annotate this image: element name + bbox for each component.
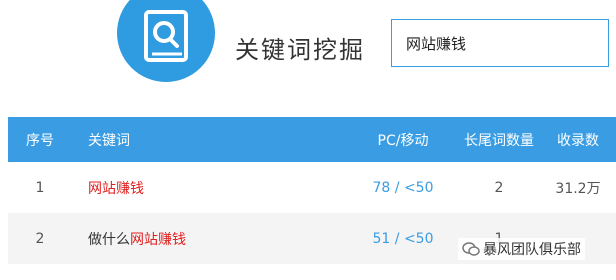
row-index: 1 bbox=[35, 179, 45, 196]
watermark: 暴风团队俱乐部 bbox=[458, 238, 585, 260]
row-pc-mobile: 51 / <50 bbox=[358, 213, 448, 264]
table-row: 1 网站赚钱 78 / <50 2 31.2万 bbox=[8, 162, 616, 213]
row-longtail-count: 2 bbox=[494, 179, 504, 196]
row-keyword[interactable]: 做什么 网站赚钱 bbox=[88, 213, 186, 264]
app-title: 关键词挖掘 bbox=[235, 36, 365, 64]
row-indexed-count: 31.2万 bbox=[555, 180, 601, 197]
keyword-highlight: 网站赚钱 bbox=[88, 180, 144, 197]
pc-value: 78 bbox=[372, 179, 391, 196]
mobile-value: <50 bbox=[403, 230, 434, 247]
search-input[interactable] bbox=[391, 19, 609, 67]
column-header-indexed-count[interactable]: 收录数 bbox=[540, 117, 616, 162]
row-pc-mobile: 78 / <50 bbox=[358, 162, 448, 213]
column-header-pc-mobile[interactable]: PC/移动 bbox=[358, 117, 448, 162]
pc-separator: / bbox=[394, 179, 400, 196]
column-header-keyword[interactable]: 关键词 bbox=[88, 117, 130, 162]
keyword-prefix: 做什么 bbox=[88, 231, 130, 248]
mobile-value: <50 bbox=[403, 179, 434, 196]
watermark-text: 暴风团队俱乐部 bbox=[483, 242, 581, 258]
keyword-highlight: 网站赚钱 bbox=[130, 231, 186, 248]
column-header-index[interactable]: 序号 bbox=[22, 117, 58, 162]
row-keyword[interactable]: 网站赚钱 bbox=[88, 162, 144, 213]
column-header-longtail-count[interactable]: 长尾词数量 bbox=[451, 117, 547, 162]
row-index: 2 bbox=[35, 230, 45, 247]
wechat-icon bbox=[462, 242, 480, 256]
book-search-icon bbox=[144, 10, 188, 62]
logo-badge bbox=[117, 0, 215, 82]
pc-separator: / bbox=[394, 230, 400, 247]
table-header: 序号 关键词 PC/移动 长尾词数量 收录数 bbox=[8, 117, 616, 162]
pc-value: 51 bbox=[372, 230, 391, 247]
